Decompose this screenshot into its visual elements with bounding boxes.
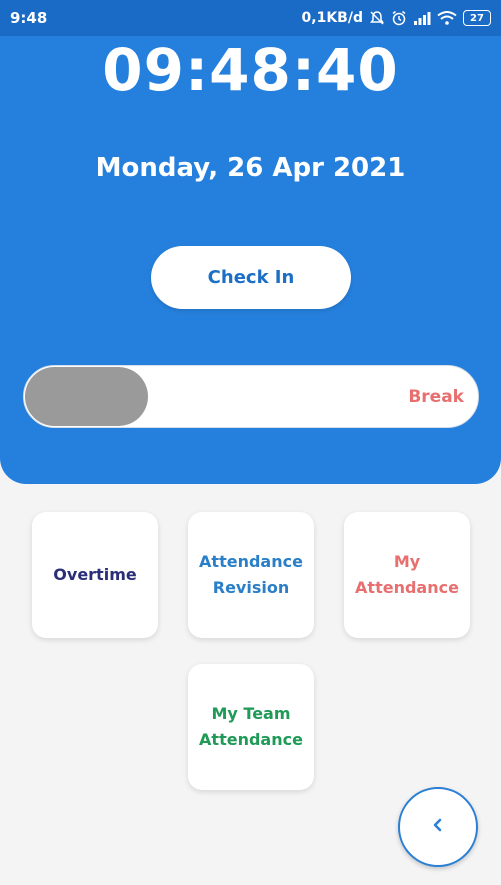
signal-icon	[413, 11, 431, 25]
battery-icon: 27	[463, 10, 491, 26]
my-attendance-card[interactable]: My Attendance	[344, 512, 470, 638]
overtime-label: Overtime	[53, 565, 137, 584]
break-slider[interactable]: Break	[23, 365, 479, 428]
back-button[interactable]	[398, 787, 478, 867]
status-indicators: 0,1KB/d 27	[302, 10, 491, 26]
status-time: 9:48	[10, 9, 48, 27]
attendance-revision-card[interactable]: Attendance Revision	[188, 512, 314, 638]
wifi-icon	[437, 11, 457, 25]
my-team-attendance-label: My Team Attendance	[199, 704, 303, 749]
date-display: Monday, 26 Apr 2021	[95, 153, 406, 183]
my-attendance-label: My Attendance	[355, 552, 459, 597]
attendance-revision-label: Attendance Revision	[199, 552, 303, 597]
chevron-left-icon	[431, 817, 445, 837]
network-speed: 0,1KB/d	[301, 10, 363, 26]
check-in-button[interactable]: Check In	[151, 246, 351, 309]
overtime-card[interactable]: Overtime	[32, 512, 158, 638]
clock-display: 09:48:40	[102, 36, 399, 104]
my-team-attendance-card[interactable]: My Team Attendance	[188, 664, 314, 790]
mute-alarm-icon	[369, 10, 385, 26]
slider-knob[interactable]	[25, 367, 148, 426]
alarm-clock-icon	[391, 10, 407, 26]
status-bar: 9:48 0,1KB/d 27	[0, 0, 501, 36]
break-label: Break	[408, 386, 464, 407]
